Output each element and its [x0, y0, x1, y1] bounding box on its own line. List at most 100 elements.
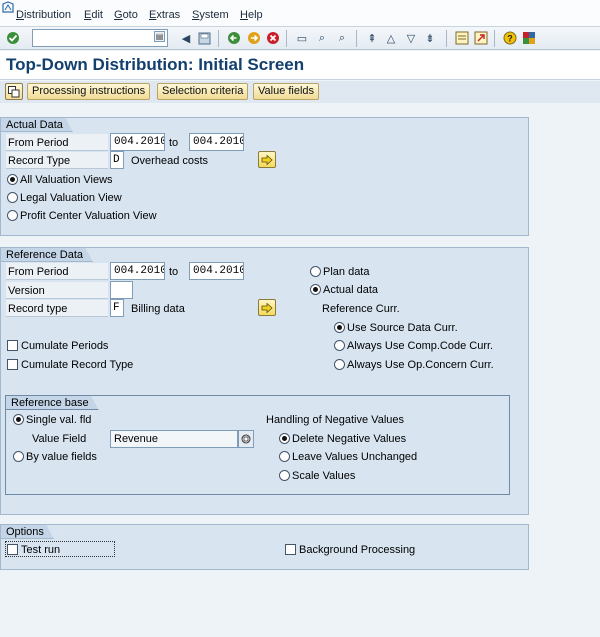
enter-icon[interactable]: [5, 30, 21, 46]
save-icon[interactable]: [196, 30, 212, 46]
profit-center-valuation-view-radio[interactable]: [7, 210, 18, 221]
value-field-help-button[interactable]: [238, 430, 254, 448]
next-page-icon[interactable]: ▽: [403, 30, 419, 46]
reference-base-group: Reference base: [5, 395, 510, 495]
comp-code-curr-label: Always Use Comp.Code Curr.: [347, 340, 494, 352]
menu-hotkey: G: [114, 9, 123, 21]
menu-system[interactable]: System: [192, 9, 229, 21]
single-val-fld-radio[interactable]: [13, 414, 24, 425]
menu-edit[interactable]: Edit: [84, 9, 103, 21]
standard-toolbar: ▤ ◀ ▭ ⌕ ⌕ ⇞ △ ▽ ⇟ ?: [0, 26, 600, 50]
test-run-label: Test run: [21, 544, 61, 556]
background-processing-label: Background Processing: [299, 544, 416, 556]
arrow-right-icon: [261, 302, 273, 313]
menu-label: xtras: [156, 9, 181, 21]
prev-page-icon[interactable]: △: [383, 30, 399, 46]
back-nav-icon[interactable]: [226, 30, 242, 46]
cumulate-periods-checkbox[interactable]: [7, 340, 18, 351]
cancel-icon[interactable]: [265, 30, 281, 46]
svg-text:?: ?: [507, 34, 513, 44]
help-icon[interactable]: ?: [502, 30, 518, 46]
all-valuation-views-label: All Valuation Views: [20, 174, 113, 186]
command-history-icon[interactable]: ▤: [154, 31, 165, 42]
from-period-label: From Period: [8, 137, 69, 149]
toolbar-separator: [218, 30, 219, 47]
value-fields-button[interactable]: Value fields: [253, 83, 320, 100]
menu-label: ystem: [199, 9, 229, 21]
print-icon[interactable]: ▭: [294, 30, 310, 46]
back-icon[interactable]: ◀: [178, 30, 194, 46]
reference-to-period-input[interactable]: 004.2010: [189, 262, 244, 280]
layout-icon[interactable]: [521, 30, 537, 46]
negative-values-heading: Handling of Negative Values: [266, 414, 404, 426]
reference-base-title: Reference base: [5, 395, 99, 410]
options-title: Options: [0, 524, 54, 539]
record-type-description: Overhead costs: [131, 155, 209, 167]
reference-curr-label: Reference Curr.: [322, 303, 400, 315]
actual-to-period-input[interactable]: 004.2010: [189, 133, 244, 151]
scale-values-label: Scale Values: [292, 470, 356, 482]
value-help-icon: [241, 434, 251, 444]
delete-negative-values-radio[interactable]: [279, 433, 290, 444]
comp-code-curr-radio[interactable]: [334, 340, 345, 351]
menu-extras[interactable]: Extras: [149, 9, 180, 21]
plan-data-radio[interactable]: [310, 266, 321, 277]
menu-help[interactable]: Help: [240, 9, 263, 21]
single-val-fld-label: Single val. fld: [26, 414, 92, 426]
actual-from-period-input[interactable]: 004.2010: [110, 133, 165, 151]
reference-record-type-input[interactable]: F: [110, 299, 124, 317]
selection-criteria-button[interactable]: Selection criteria: [157, 83, 249, 100]
menu-distribution[interactable]: Distribution: [16, 9, 71, 21]
reference-record-type-details-button[interactable]: [258, 299, 276, 316]
from-period-label: From Period: [8, 266, 69, 278]
op-concern-curr-radio[interactable]: [334, 359, 345, 370]
record-type-label: Record type: [8, 303, 68, 315]
record-type-label: Record Type: [8, 155, 71, 167]
menu-hotkey: D: [16, 9, 24, 21]
legal-valuation-view-radio[interactable]: [7, 192, 18, 203]
menu-goto[interactable]: Goto: [114, 9, 138, 21]
value-field-input[interactable]: Revenue: [110, 430, 238, 448]
value-field-label: Value Field: [32, 433, 87, 445]
test-run-checkbox[interactable]: [7, 544, 18, 555]
find-icon[interactable]: ⌕: [314, 30, 330, 46]
background-processing-checkbox[interactable]: [285, 544, 296, 555]
cumulate-record-type-checkbox[interactable]: [7, 359, 18, 370]
profit-center-valuation-view-label: Profit Center Valuation View: [20, 210, 157, 222]
cumulate-record-type-label: Cumulate Record Type: [21, 359, 134, 371]
to-label: to: [169, 266, 179, 278]
title-area: Top-Down Distribution: Initial Screen: [0, 51, 600, 80]
menu-label: istribution: [23, 9, 72, 21]
toolbar-separator: [494, 30, 495, 47]
cumulate-periods-label: Cumulate Periods: [21, 340, 109, 352]
use-source-data-curr-radio[interactable]: [334, 322, 345, 333]
version-input[interactable]: [110, 281, 133, 299]
command-field[interactable]: [32, 29, 168, 47]
by-value-fields-radio[interactable]: [13, 451, 24, 462]
actual-data-label: Actual data: [323, 284, 379, 296]
copy-button[interactable]: [5, 83, 23, 100]
new-session-icon[interactable]: [454, 30, 470, 46]
sap-logo-icon: [2, 1, 14, 13]
menu-label: oto: [122, 9, 138, 21]
last-page-icon[interactable]: ⇟: [422, 30, 438, 46]
reference-from-period-input[interactable]: 004.2010: [110, 262, 165, 280]
actual-data-radio[interactable]: [310, 284, 321, 295]
menu-hotkey: H: [240, 9, 248, 21]
menu-label: dit: [91, 9, 103, 21]
actual-data-title: Actual Data: [0, 117, 73, 132]
first-page-icon[interactable]: ⇞: [364, 30, 380, 46]
record-type-details-button[interactable]: [258, 151, 276, 168]
to-label: to: [169, 137, 179, 149]
toolbar-separator: [286, 30, 287, 47]
scale-values-radio[interactable]: [279, 470, 290, 481]
toolbar-separator: [446, 30, 447, 47]
shortcut-icon[interactable]: [473, 30, 489, 46]
leave-values-unchanged-radio[interactable]: [279, 451, 290, 462]
actual-record-type-input[interactable]: D: [110, 151, 124, 169]
all-valuation-views-radio[interactable]: [7, 174, 18, 185]
exit-icon[interactable]: [246, 30, 262, 46]
use-source-data-curr-label: Use Source Data Curr.: [347, 322, 458, 334]
processing-instructions-button[interactable]: Processing instructions: [27, 83, 151, 100]
find-next-icon[interactable]: ⌕: [334, 30, 350, 46]
